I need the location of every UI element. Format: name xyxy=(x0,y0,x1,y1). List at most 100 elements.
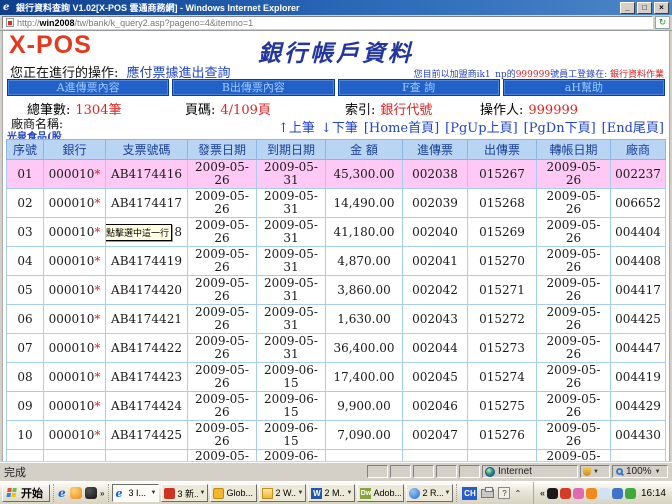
seq-cell[interactable]: 09 xyxy=(7,392,44,421)
table-row[interactable]: 08000010*AB41744232009-05- 262009-06- 15… xyxy=(7,363,666,392)
voucher-in-cell[interactable]: 002038 xyxy=(403,160,468,189)
bank-cell[interactable]: 000010* xyxy=(44,305,106,334)
table-row[interactable]: 07000010*AB41744222009-05- 262009-05- 31… xyxy=(7,334,666,363)
voucher-out-cell[interactable]: 015275 xyxy=(468,392,537,421)
voucher-out-cell[interactable]: 015274 xyxy=(468,363,537,392)
maximize-button[interactable]: □ xyxy=(637,2,652,14)
transfer-date-cell[interactable]: 2009-05- 26 xyxy=(537,421,611,450)
toolbar-chevron-icon[interactable]: ⌃ xyxy=(514,489,521,498)
amount-cell[interactable]: 1,630.00 xyxy=(326,305,403,334)
group-dropdown-icon[interactable]: ▼ xyxy=(347,490,353,496)
due-date-cell[interactable]: 2009-06- 15 xyxy=(257,421,326,450)
invoice-date-cell[interactable]: 2009-05- 26 xyxy=(188,363,257,392)
zoom-control[interactable]: 100% ▼ xyxy=(612,465,668,478)
cheque-cell[interactable]: AB4174425 xyxy=(106,421,188,450)
minimize-button[interactable]: _ xyxy=(620,2,635,14)
due-date-cell[interactable]: 2009-06- 15 xyxy=(257,363,326,392)
start-button[interactable]: 开始 xyxy=(2,484,50,502)
vendor-code-cell[interactable]: 004447 xyxy=(611,334,666,363)
voucher-out-cell[interactable]: 015272 xyxy=(468,305,537,334)
table-row[interactable]: 02000010*AB41744172009-05- 262009-05- 31… xyxy=(7,189,666,218)
protected-mode-button[interactable]: ▼ xyxy=(580,465,610,478)
voucher-out-cell[interactable]: 015267 xyxy=(468,160,537,189)
voucher-in-cell[interactable]: 002047 xyxy=(403,421,468,450)
invoice-date-cell[interactable]: 2009-05- 26 xyxy=(188,392,257,421)
transfer-date-cell[interactable]: 2009-05- 26 xyxy=(537,392,611,421)
update-icon[interactable] xyxy=(625,488,636,499)
seq-cell[interactable]: 05 xyxy=(7,276,44,305)
amount-cell[interactable]: 14,490.00 xyxy=(326,189,403,218)
voucher-out-cell[interactable]: 015276 xyxy=(468,421,537,450)
voucher-in-cell[interactable]: 002046 xyxy=(403,392,468,421)
table-row-partial[interactable]: 2009-05-2009-06-2009-05- xyxy=(7,450,666,462)
qq-pink-icon[interactable] xyxy=(573,488,584,499)
table-row[interactable]: 09000010*AB41744242009-05- 262009-06- 15… xyxy=(7,392,666,421)
due-date-cell[interactable]: 2009-05- 31 xyxy=(257,189,326,218)
taskbar-button[interactable]: 3 新...▼ xyxy=(161,484,208,502)
bank-cell[interactable]: 000010* xyxy=(44,160,106,189)
cheque-cell[interactable]: AB4174421 xyxy=(106,305,188,334)
invoice-date-cell[interactable]: 2009-05- 26 xyxy=(188,334,257,363)
due-date-cell[interactable]: 2009-05- 31 xyxy=(257,305,326,334)
due-date-cell[interactable]: 2009-05- 31 xyxy=(257,276,326,305)
qq-quick-icon[interactable] xyxy=(85,487,97,499)
invoice-date-cell[interactable]: 2009-05- 26 xyxy=(188,305,257,334)
tab-query[interactable]: F查 詢 xyxy=(338,79,500,96)
tab-in-voucher[interactable]: A進傳票內容 xyxy=(7,79,169,96)
table-row[interactable]: 10000010*AB41744252009-05- 262009-06- 15… xyxy=(7,421,666,450)
taskbar-button[interactable]: Glob... xyxy=(210,484,257,502)
seq-cell[interactable]: 06 xyxy=(7,305,44,334)
tab-out-voucher[interactable]: B出傳票內容 xyxy=(172,79,334,96)
language-indicator[interactable]: CH xyxy=(462,487,477,500)
voucher-in-cell[interactable]: 002041 xyxy=(403,247,468,276)
vendor-code-cell[interactable]: 006652 xyxy=(611,189,666,218)
bank-cell[interactable]: 000010* xyxy=(44,218,106,247)
taskbar-button[interactable]: W2 M...▼ xyxy=(308,484,355,502)
transfer-date-cell[interactable]: 2009-05- 26 xyxy=(537,363,611,392)
seq-cell[interactable]: 02 xyxy=(7,189,44,218)
bank-cell[interactable]: 000010* xyxy=(44,392,106,421)
help-icon[interactable]: ? xyxy=(498,487,510,499)
due-date-cell[interactable]: 2009-06- 15 xyxy=(257,392,326,421)
amount-cell[interactable]: 9,900.00 xyxy=(326,392,403,421)
pager-link[interactable]: [End尾頁] xyxy=(602,121,664,136)
quick-launch-chevron-icon[interactable]: » xyxy=(100,489,104,498)
cheque-cell[interactable]: AB4174422 xyxy=(106,334,188,363)
seq-cell[interactable]: 08 xyxy=(7,363,44,392)
cheque-cell[interactable]: AB4174416 xyxy=(106,160,188,189)
table-row[interactable]: 04000010*AB41744192009-05- 262009-05- 31… xyxy=(7,247,666,276)
voucher-out-cell[interactable]: 015270 xyxy=(468,247,537,276)
cheque-cell[interactable]: AB4174423 xyxy=(106,363,188,392)
bank-cell[interactable]: 000010* xyxy=(44,247,106,276)
voucher-out-cell[interactable]: 015268 xyxy=(468,189,537,218)
scheduler-icon[interactable] xyxy=(599,488,610,499)
group-dropdown-icon[interactable]: ▼ xyxy=(445,490,451,496)
transfer-date-cell[interactable]: 2009-05- 26 xyxy=(537,247,611,276)
transfer-date-cell[interactable]: 2009-05- 26 xyxy=(537,276,611,305)
voucher-in-cell[interactable]: 002045 xyxy=(403,363,468,392)
bank-cell[interactable]: 000010* xyxy=(44,363,106,392)
amount-cell[interactable]: 7,090.00 xyxy=(326,421,403,450)
vendor-code-cell[interactable]: 004430 xyxy=(611,421,666,450)
amount-cell[interactable]: 4,870.00 xyxy=(326,247,403,276)
taskbar-button[interactable]: DwAdob... xyxy=(357,484,404,502)
bank-cell[interactable]: 000010* xyxy=(44,276,106,305)
invoice-date-cell[interactable]: 2009-05- 26 xyxy=(188,189,257,218)
voucher-in-cell[interactable]: 002039 xyxy=(403,189,468,218)
cheque-cell[interactable]: AB4174420 xyxy=(106,276,188,305)
bank-cell[interactable]: 000010* xyxy=(44,421,106,450)
voucher-out-cell[interactable]: 015271 xyxy=(468,276,537,305)
chat-app-icon[interactable] xyxy=(560,488,571,499)
pager-link[interactable]: ↑上筆 xyxy=(278,121,315,136)
transfer-date-cell[interactable]: 2009-05- 26 xyxy=(537,334,611,363)
tab-help[interactable]: aH幫助 xyxy=(503,79,665,96)
bank-cell[interactable]: 000010* xyxy=(44,189,106,218)
due-date-cell[interactable]: 2009-05- 31 xyxy=(257,218,326,247)
cheque-cell[interactable]: AB4174424 xyxy=(106,392,188,421)
voucher-in-cell[interactable]: 002043 xyxy=(403,305,468,334)
group-dropdown-icon[interactable]: ▼ xyxy=(298,490,304,496)
transfer-date-cell[interactable]: 2009-05- 26 xyxy=(537,160,611,189)
amount-cell[interactable]: 41,180.00 xyxy=(326,218,403,247)
group-dropdown-icon[interactable]: ▼ xyxy=(151,490,157,496)
invoice-date-cell[interactable]: 2009-05- 26 xyxy=(188,218,257,247)
